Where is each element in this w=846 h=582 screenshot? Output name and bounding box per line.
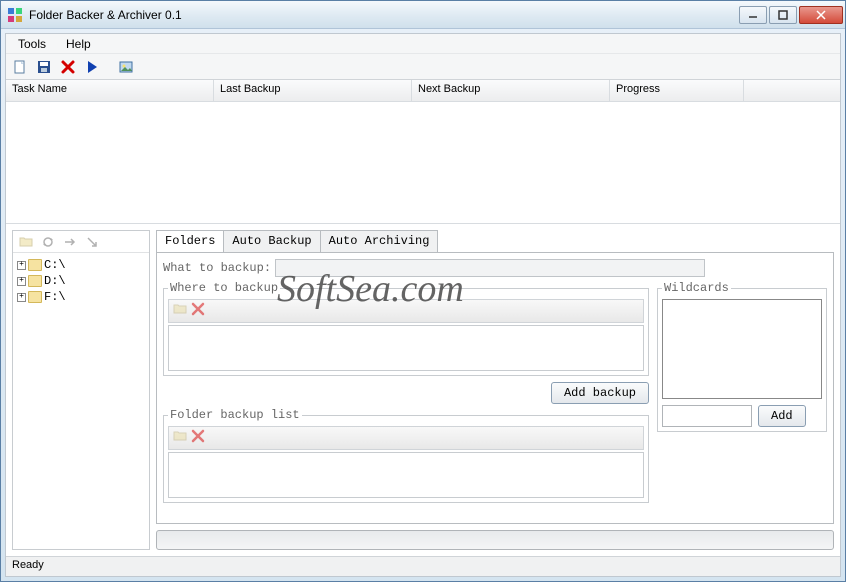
- add-wildcard-button[interactable]: Add: [758, 405, 806, 427]
- tree-item-d[interactable]: + D:\: [17, 273, 145, 289]
- minimize-button[interactable]: [739, 6, 767, 24]
- arrow-down-right-icon[interactable]: [83, 233, 101, 251]
- expand-icon[interactable]: +: [17, 277, 26, 286]
- folder-backup-list-legend: Folder backup list: [168, 408, 302, 422]
- delete-icon[interactable]: [191, 302, 205, 320]
- tree-item-f[interactable]: + F:\: [17, 289, 145, 305]
- client-area: Tools Help Task Name Last Backup Next Ba…: [5, 33, 841, 577]
- toolbar: [6, 54, 840, 80]
- folder-icon: [28, 275, 42, 287]
- tab-content-folders: SoftSea.com What to backup: Where to bac…: [156, 252, 834, 524]
- status-text: Ready: [12, 559, 44, 571]
- statusbar: Ready: [6, 556, 840, 576]
- drive-label: D:\: [44, 274, 66, 288]
- folder-icon: [28, 291, 42, 303]
- maximize-button[interactable]: [769, 6, 797, 24]
- col-spacer: [744, 80, 840, 101]
- settings-panel: Folders Auto Backup Auto Archiving SoftS…: [156, 230, 834, 550]
- tabs: Folders Auto Backup Auto Archiving: [156, 230, 834, 252]
- drive-tree-panel: + C:\ + D:\ + F:\: [12, 230, 150, 550]
- what-to-backup-input[interactable]: [275, 259, 705, 277]
- add-backup-button[interactable]: Add backup: [551, 382, 649, 404]
- close-button[interactable]: [799, 6, 843, 24]
- menu-help[interactable]: Help: [56, 35, 101, 53]
- fbl-toolbar: [168, 426, 644, 450]
- task-list-header: Task Name Last Backup Next Backup Progre…: [6, 80, 840, 102]
- menu-tools[interactable]: Tools: [8, 35, 56, 53]
- what-to-backup-label: What to backup:: [163, 261, 271, 275]
- where-to-backup-group: Where to backup: [163, 281, 649, 376]
- titlebar: Folder Backer & Archiver 0.1: [1, 1, 845, 29]
- folder-backup-list-group: Folder backup list: [163, 408, 649, 503]
- menubar: Tools Help: [6, 34, 840, 54]
- run-icon[interactable]: [82, 57, 102, 77]
- open-folder-icon[interactable]: [173, 429, 187, 447]
- lower-panel: + C:\ + D:\ + F:\ Folders Auto Backup Auto …: [6, 224, 840, 556]
- drive-label: F:\: [44, 290, 66, 304]
- wildcards-list[interactable]: [662, 299, 822, 399]
- where-to-backup-legend: Where to backup: [168, 281, 280, 295]
- app-window: Folder Backer & Archiver 0.1 Tools Help …: [0, 0, 846, 582]
- tree-toolbar: [13, 231, 149, 253]
- where-to-backup-list[interactable]: [168, 325, 644, 371]
- col-progress[interactable]: Progress: [610, 80, 744, 101]
- col-last-backup[interactable]: Last Backup: [214, 80, 412, 101]
- open-folder-icon[interactable]: [173, 302, 187, 320]
- where-toolbar: [168, 299, 644, 323]
- expand-icon[interactable]: +: [17, 261, 26, 270]
- save-icon[interactable]: [34, 57, 54, 77]
- tab-folders[interactable]: Folders: [156, 230, 224, 252]
- tree-item-c[interactable]: + C:\: [17, 257, 145, 273]
- wildcards-legend: Wildcards: [662, 281, 731, 295]
- tab-auto-backup[interactable]: Auto Backup: [223, 230, 320, 252]
- new-icon[interactable]: [10, 57, 30, 77]
- open-folder-icon[interactable]: [17, 233, 35, 251]
- delete-icon[interactable]: [58, 57, 78, 77]
- refresh-icon[interactable]: [39, 233, 57, 251]
- drive-label: C:\: [44, 258, 66, 272]
- progress-bar: [156, 530, 834, 550]
- delete-icon[interactable]: [191, 429, 205, 447]
- expand-icon[interactable]: +: [17, 293, 26, 302]
- folder-backup-list[interactable]: [168, 452, 644, 498]
- task-list[interactable]: [6, 102, 840, 224]
- col-task-name[interactable]: Task Name: [6, 80, 214, 101]
- app-icon: [7, 7, 23, 23]
- window-title: Folder Backer & Archiver 0.1: [29, 8, 737, 22]
- tab-auto-archiving[interactable]: Auto Archiving: [320, 230, 439, 252]
- col-next-backup[interactable]: Next Backup: [412, 80, 610, 101]
- image-icon[interactable]: [116, 57, 136, 77]
- wildcard-input[interactable]: [662, 405, 752, 427]
- wildcards-group: Wildcards Add: [657, 281, 827, 432]
- arrow-right-icon[interactable]: [61, 233, 79, 251]
- drive-tree[interactable]: + C:\ + D:\ + F:\: [13, 253, 149, 549]
- folder-icon: [28, 259, 42, 271]
